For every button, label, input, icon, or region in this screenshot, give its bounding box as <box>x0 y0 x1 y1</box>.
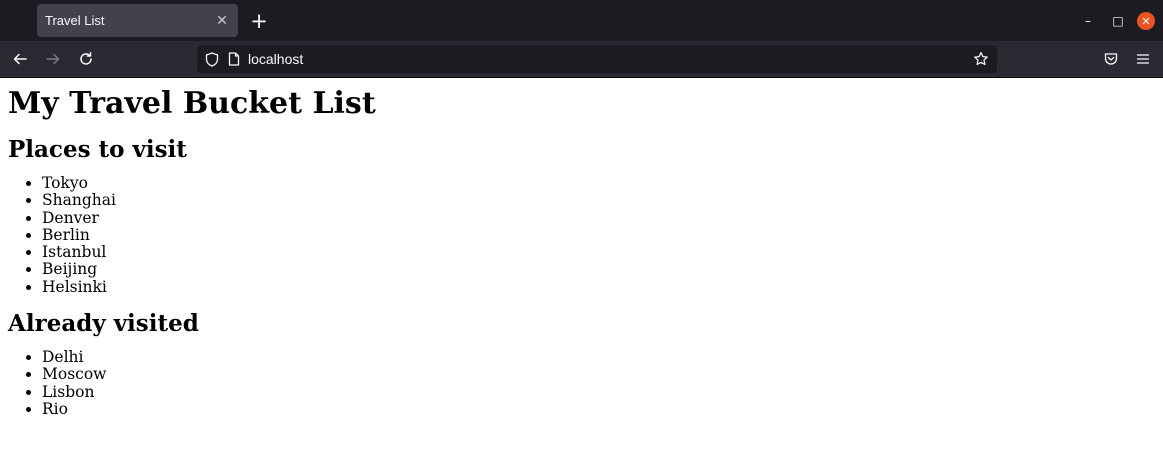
places-to-visit-list: Tokyo Shanghai Denver Berlin Istanbul Be… <box>8 174 1155 296</box>
window-controls: – □ ✕ <box>1077 10 1155 32</box>
tab-close-icon[interactable]: ✕ <box>210 9 234 33</box>
back-arrow-icon <box>13 53 27 65</box>
pocket-icon[interactable] <box>1099 47 1123 71</box>
list-item: Berlin <box>42 226 1155 244</box>
navigation-toolbar: localhost <box>0 41 1163 78</box>
bookmark-star-icon[interactable] <box>969 47 993 71</box>
section-heading-already-visited: Already visited <box>8 310 199 338</box>
tracking-shield-icon[interactable] <box>202 49 222 69</box>
list-item: Lisbon <box>42 383 1155 401</box>
back-button[interactable] <box>8 47 32 71</box>
page-info-icon[interactable] <box>224 49 244 69</box>
list-item: Helsinki <box>42 278 1155 296</box>
already-visited-list: Delhi Moscow Lisbon Rio <box>8 348 1155 418</box>
close-window-button[interactable]: ✕ <box>1137 12 1155 30</box>
forward-arrow-icon <box>46 53 60 65</box>
reload-icon <box>80 52 92 65</box>
tab-travel-list[interactable]: Travel List ✕ <box>37 4 238 37</box>
minimize-button[interactable]: – <box>1077 10 1099 32</box>
list-item: Rio <box>42 400 1155 418</box>
page-title: My Travel Bucket List <box>8 86 376 121</box>
list-item: Istanbul <box>42 243 1155 261</box>
url-text[interactable]: localhost <box>248 51 969 67</box>
list-item: Tokyo <box>42 174 1155 192</box>
section-heading-places-to-visit: Places to visit <box>8 136 187 163</box>
list-item: Moscow <box>42 366 1155 384</box>
list-item: Denver <box>42 209 1155 227</box>
forward-button[interactable] <box>41 47 65 71</box>
hamburger-menu-icon[interactable] <box>1131 47 1155 71</box>
reload-button[interactable] <box>74 47 98 71</box>
new-tab-button[interactable]: + <box>246 8 272 34</box>
page-content: My Travel Bucket List Places to visit To… <box>0 86 1163 418</box>
toolbar-right <box>1099 47 1155 71</box>
list-item: Beijing <box>42 261 1155 279</box>
address-bar[interactable]: localhost <box>197 45 997 73</box>
maximize-button[interactable]: □ <box>1107 10 1129 32</box>
tab-strip: Travel List ✕ + – □ ✕ <box>0 0 1163 41</box>
list-item: Shanghai <box>42 191 1155 209</box>
tab-title: Travel List <box>45 13 105 28</box>
list-item: Delhi <box>42 348 1155 366</box>
